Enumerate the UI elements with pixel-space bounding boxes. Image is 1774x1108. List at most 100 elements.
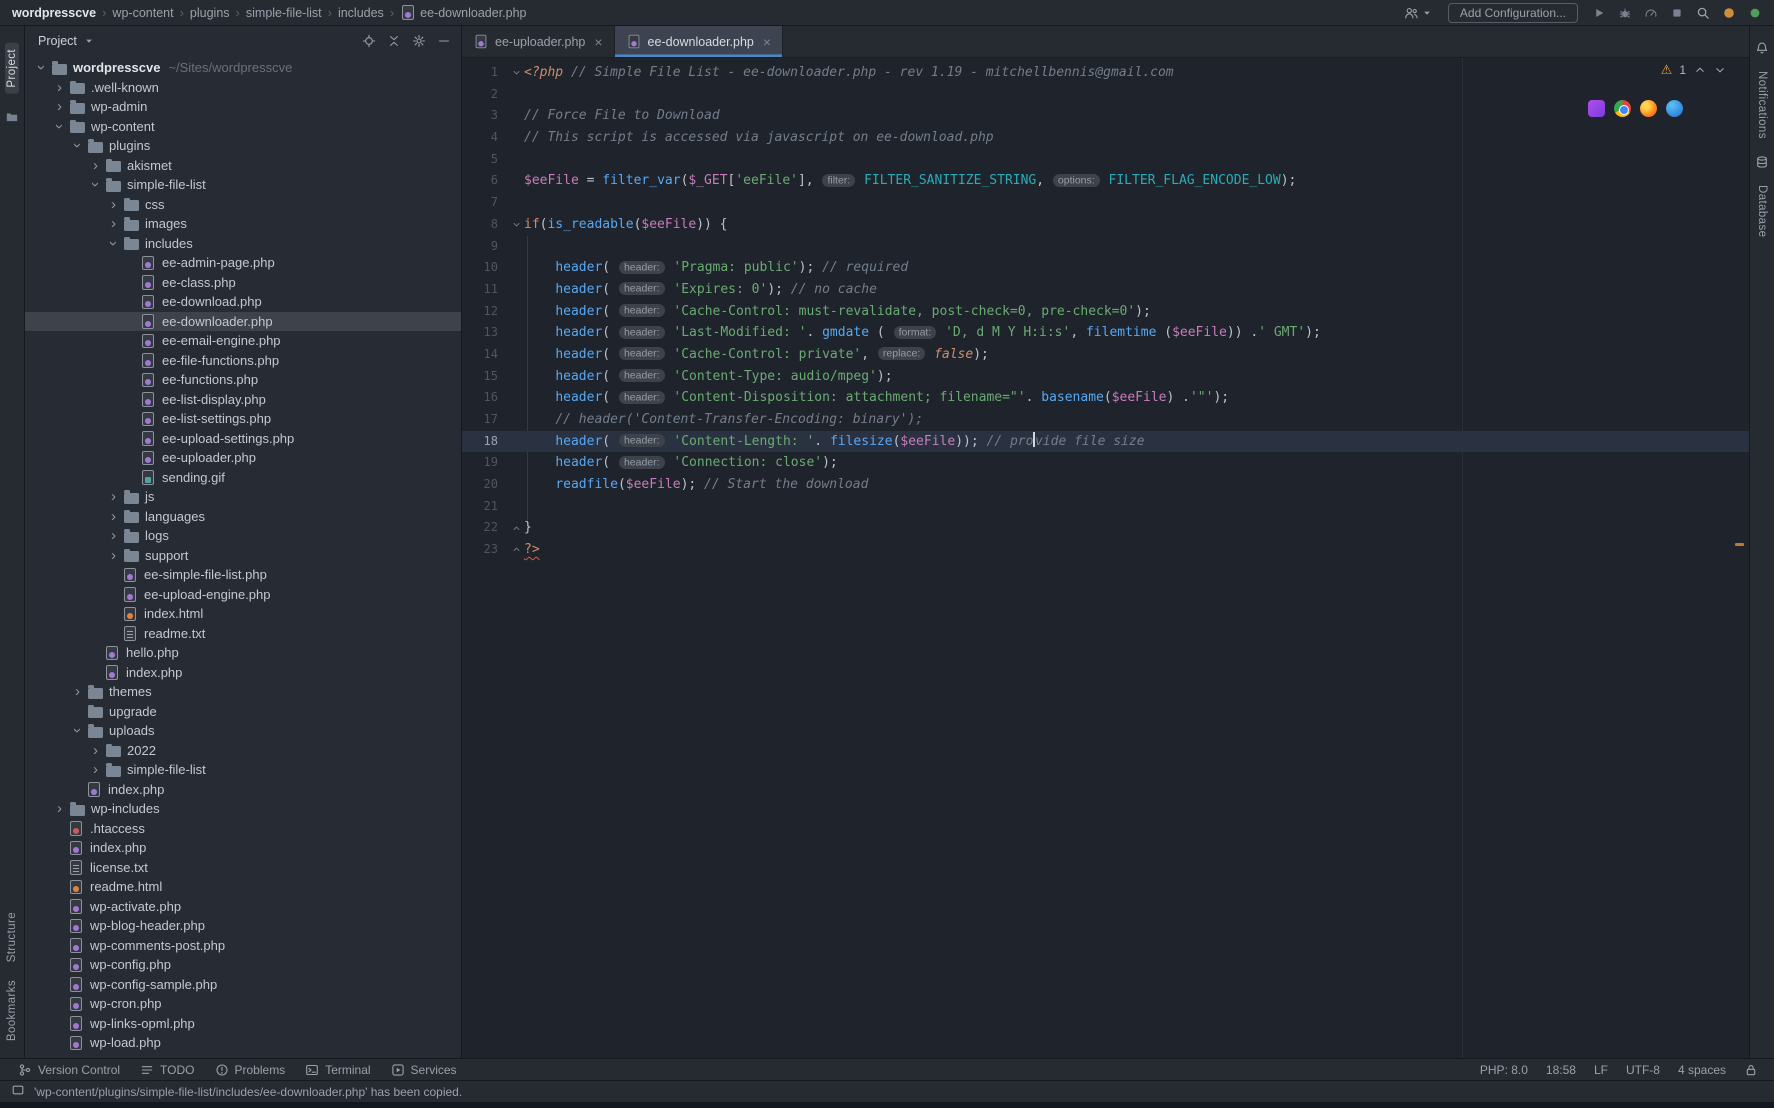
chevron-icon[interactable]: › — [105, 216, 122, 231]
code-line[interactable]: 11 header( header: 'Expires: 0'); // no … — [462, 279, 1749, 301]
tree-item[interactable]: ›plugins — [25, 136, 461, 156]
fold-marker-icon[interactable] — [508, 62, 524, 84]
code-line[interactable]: 3// Force File to Download — [462, 105, 1749, 127]
settings-icon[interactable] — [412, 34, 426, 48]
tree-item[interactable]: ›wp-comments-post.php — [25, 936, 461, 956]
code-line[interactable]: 12 header( header: 'Cache-Control: must-… — [462, 301, 1749, 323]
chevron-icon[interactable]: › — [51, 801, 68, 816]
code-line[interactable]: 16 header( header: 'Content-Disposition:… — [462, 387, 1749, 409]
user-widget[interactable] — [1404, 6, 1434, 20]
tree-item[interactable]: ›ee-uploader.php — [25, 448, 461, 468]
debug-icon[interactable] — [1618, 6, 1632, 20]
line-number[interactable]: 21 — [462, 496, 508, 518]
status-lf[interactable]: LF — [1594, 1063, 1608, 1077]
tree-item[interactable]: ›ee-class.php — [25, 273, 461, 293]
line-number[interactable]: 6 — [462, 170, 508, 192]
chevron-icon[interactable]: › — [34, 59, 49, 76]
safari-icon[interactable] — [1666, 100, 1683, 117]
tree-item[interactable]: ›uploads — [25, 721, 461, 741]
code-line[interactable]: 21 — [462, 496, 1749, 518]
tree-item[interactable]: ›js — [25, 487, 461, 507]
status-4-spaces[interactable]: 4 spaces — [1678, 1063, 1726, 1077]
play-icon[interactable] — [1592, 6, 1606, 20]
tree-item[interactable]: ›css — [25, 195, 461, 215]
chevron-icon[interactable]: › — [105, 197, 122, 212]
line-number[interactable]: 13 — [462, 322, 508, 344]
tree-item[interactable]: ›languages — [25, 507, 461, 527]
previous-warning-icon[interactable] — [1693, 63, 1707, 77]
project-header-title[interactable]: Project — [38, 34, 77, 48]
inspections-widget[interactable]: ⚠ 1 — [1661, 62, 1727, 78]
line-number[interactable]: 15 — [462, 366, 508, 388]
code-line[interactable]: 4// This script is accessed via javascri… — [462, 127, 1749, 149]
line-number[interactable]: 22 — [462, 517, 508, 539]
warning-stripe-mark[interactable] — [1735, 543, 1744, 546]
builtin-preview-icon[interactable] — [1588, 100, 1605, 117]
tree-item[interactable]: ›ee-upload-engine.php — [25, 585, 461, 605]
chevron-icon[interactable]: › — [106, 235, 121, 252]
line-number[interactable]: 7 — [462, 192, 508, 214]
lock-icon[interactable] — [1744, 1063, 1758, 1077]
line-number[interactable]: 12 — [462, 301, 508, 323]
tree-item[interactable]: ›ee-list-display.php — [25, 390, 461, 410]
breadcrumb-item[interactable]: ee-downloader.php — [400, 5, 526, 20]
line-number[interactable]: 14 — [462, 344, 508, 366]
tree-item[interactable]: ›images — [25, 214, 461, 234]
locate-icon[interactable] — [362, 34, 376, 48]
add-configuration-button[interactable]: Add Configuration... — [1448, 3, 1578, 23]
editor[interactable]: 1<?php // Simple File List - ee-download… — [462, 58, 1749, 1058]
tree-item[interactable]: ›wp-activate.php — [25, 897, 461, 917]
bell-icon[interactable] — [1755, 41, 1769, 55]
tree-item[interactable]: ›.htaccess — [25, 819, 461, 839]
code-line[interactable]: 10 header( header: 'Pragma: public'); //… — [462, 257, 1749, 279]
tree-item[interactable]: ›wp-cron.php — [25, 994, 461, 1014]
chevron-icon[interactable]: › — [70, 137, 85, 154]
tree-item[interactable]: ›wp-admin — [25, 97, 461, 117]
code-line[interactable]: 6$eeFile = filter_var($_GET['eeFile'], f… — [462, 170, 1749, 192]
tree-item[interactable]: ›themes — [25, 682, 461, 702]
tool-window-button-version-control[interactable]: Version Control — [8, 1059, 130, 1080]
chevron-icon[interactable]: › — [70, 722, 85, 739]
code-line[interactable]: 18 header( header: 'Content-Length: '. f… — [462, 431, 1749, 453]
chevron-icon[interactable]: › — [105, 509, 122, 524]
database-icon[interactable] — [1755, 155, 1769, 169]
tree-item[interactable]: ›wp-blog-header.php — [25, 916, 461, 936]
caret-down-icon[interactable] — [82, 34, 96, 48]
tree-item[interactable]: ›wp-links-opml.php — [25, 1014, 461, 1034]
line-number[interactable]: 1 — [462, 62, 508, 84]
chevron-icon[interactable]: › — [87, 762, 104, 777]
tree-item[interactable]: ›wordpresscve~/Sites/wordpresscve — [25, 58, 461, 78]
tool-window-button-todo[interactable]: TODO — [130, 1059, 204, 1080]
breadcrumb-item[interactable]: wp-content — [112, 6, 173, 20]
code-line[interactable]: 8if(is_readable($eeFile)) { — [462, 214, 1749, 236]
status-18-58[interactable]: 18:58 — [1546, 1063, 1576, 1077]
online-icon[interactable] — [1748, 6, 1762, 20]
line-number[interactable]: 3 — [462, 105, 508, 127]
code-line[interactable]: 20 readfile($eeFile); // Start the downl… — [462, 474, 1749, 496]
code-line[interactable]: 23?> — [462, 539, 1749, 561]
tool-window-button-database[interactable]: Database — [1756, 185, 1768, 237]
code-line[interactable]: 9 — [462, 236, 1749, 258]
tree-item[interactable]: ›akismet — [25, 156, 461, 176]
tree-item[interactable]: ›readme.txt — [25, 624, 461, 644]
tree-item[interactable]: ›2022 — [25, 741, 461, 761]
profiler-icon[interactable] — [1644, 6, 1658, 20]
chevron-icon[interactable]: › — [69, 684, 86, 699]
tree-item[interactable]: ›ee-list-settings.php — [25, 409, 461, 429]
code-line[interactable]: 13 header( header: 'Last-Modified: '. gm… — [462, 322, 1749, 344]
tree-item[interactable]: ›ee-admin-page.php — [25, 253, 461, 273]
chevron-icon[interactable]: › — [105, 528, 122, 543]
tree-item[interactable]: ›index.php — [25, 780, 461, 800]
users-icon[interactable] — [1404, 6, 1418, 20]
tool-window-button-notifications[interactable]: Notifications — [1756, 71, 1768, 139]
tool-window-button-services[interactable]: Services — [381, 1059, 467, 1080]
line-number[interactable]: 5 — [462, 149, 508, 171]
tree-item[interactable]: ›ee-simple-file-list.php — [25, 565, 461, 585]
tree-item[interactable]: ›ee-email-engine.php — [25, 331, 461, 351]
tree-item[interactable]: ›upgrade — [25, 702, 461, 722]
fold-marker-icon[interactable] — [508, 214, 524, 236]
tree-item[interactable]: ›support — [25, 546, 461, 566]
tree-item[interactable]: ›ee-functions.php — [25, 370, 461, 390]
status-php-8-0[interactable]: PHP: 8.0 — [1480, 1063, 1528, 1077]
tree-item[interactable]: ›wp-config-sample.php — [25, 975, 461, 995]
